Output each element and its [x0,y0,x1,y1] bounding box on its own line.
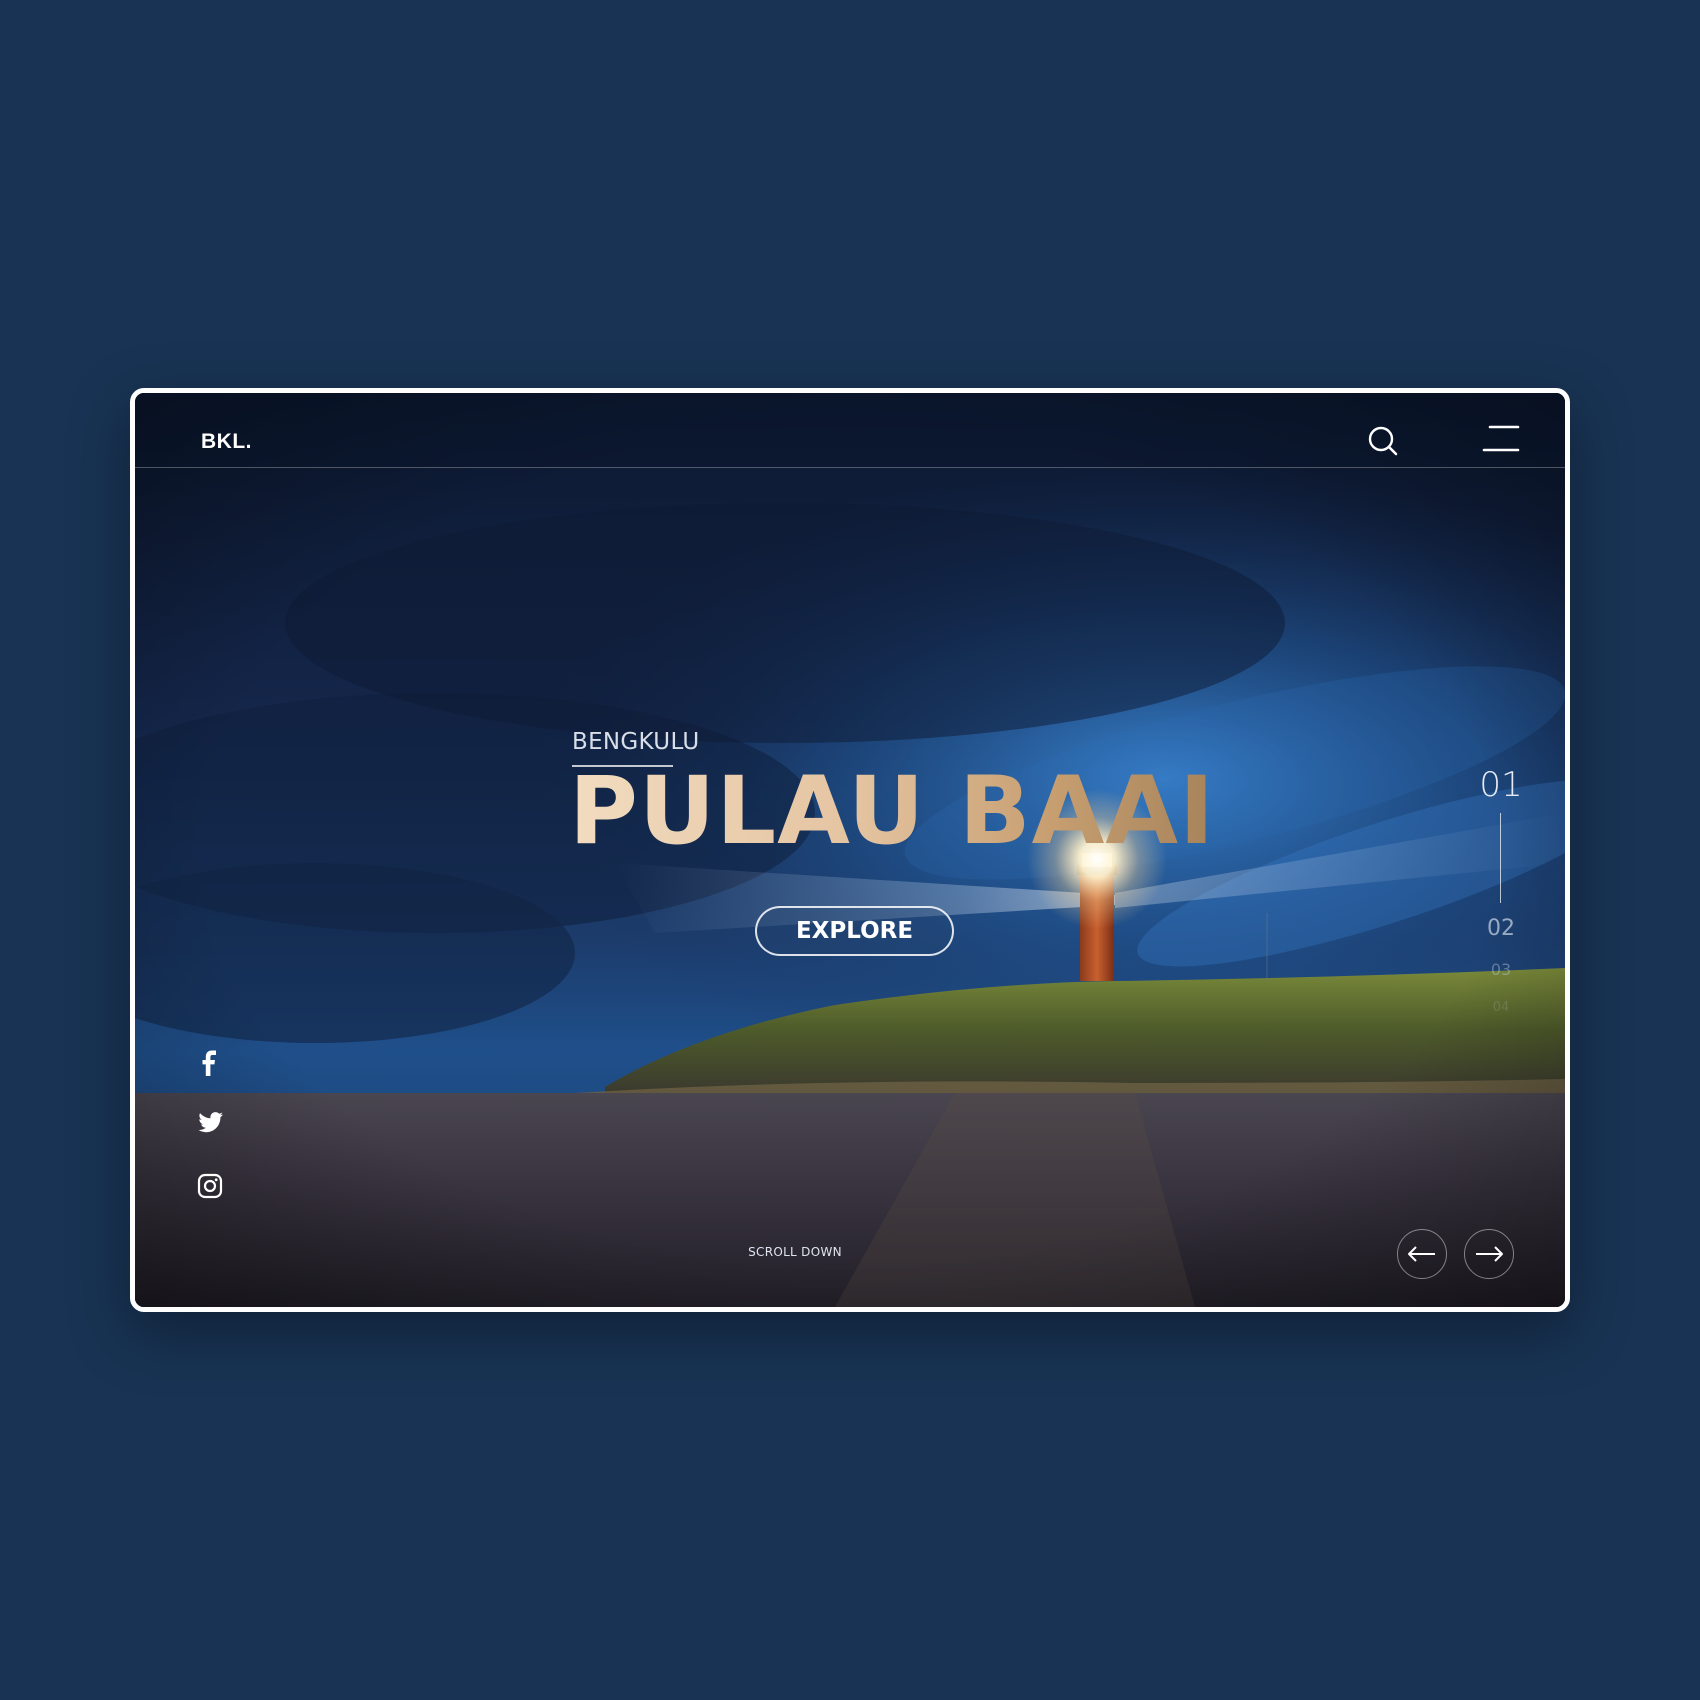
hero-subtitle: BENGKULU [572,729,700,755]
hero-title: PULAU BAAI [569,757,1216,866]
arrow-right-icon[interactable] [1464,1229,1514,1279]
brand-logo[interactable]: BKL. [201,430,252,454]
facebook-icon[interactable] [193,1046,227,1080]
slide-indicator-active[interactable]: 01 [1475,765,1527,805]
arrow-left-icon[interactable] [1397,1229,1447,1279]
slide-indicator-4[interactable]: 04 [1475,1000,1527,1015]
explore-button[interactable]: EXPLORE [755,906,954,956]
slide-progress-line [1500,813,1501,903]
scroll-down-label[interactable]: SCROLL DOWN [695,1245,895,1259]
twitter-icon[interactable] [193,1105,227,1139]
menu-icon[interactable] [1482,424,1520,454]
instagram-icon[interactable] [193,1169,227,1203]
top-navbar: BKL. [135,393,1565,468]
slide-indicator-3[interactable]: 03 [1475,960,1527,979]
search-icon[interactable] [1366,424,1400,458]
website-frame: BKL. BENGKULU PULAU BAAI EXPLORE 01 02 0… [130,388,1570,1312]
slide-indicator-2[interactable]: 02 [1475,916,1527,941]
